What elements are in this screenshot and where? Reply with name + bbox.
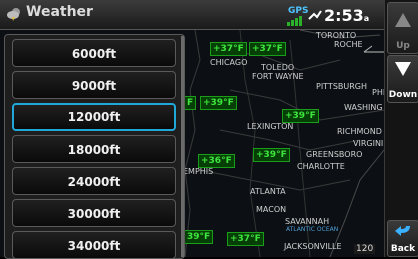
altitude-list-panel: 6000ft 9000ft 12000ft 18000ft 24000ft 30… [4,34,185,259]
city-label: CHICAGO [210,58,248,67]
app-title: Weather [26,4,93,20]
altitude-option-34000ft[interactable]: 34000ft [12,231,176,258]
city-label: LEXINGTON [247,122,294,131]
down-button[interactable]: Down [387,55,418,103]
altitude-option-12000ft[interactable]: 12000ft [12,103,176,131]
softkey-sidebar: Up Down Back [384,0,418,257]
temperature-label: +39°F [200,96,237,110]
temperature-label: 39°F [184,230,214,244]
gps-status-icon: GPS [288,6,309,16]
temperature-label: F [184,96,197,110]
list-scrollbar[interactable] [181,36,184,257]
city-label: VIRGINI [353,139,384,148]
city-label: JACKSONVILLE [284,242,342,251]
city-label: SAVANNAH [285,217,330,226]
temperature-label: +37°F [249,42,286,56]
altitude-option-6000ft[interactable]: 6000ft [12,39,176,67]
ocean-label: ATLANTIC OCEAN [286,226,339,233]
city-label: ROCHE [334,40,363,49]
city-label: EMPHIS [183,167,214,176]
up-button[interactable]: Up [387,2,418,54]
city-label: RICHMOND [337,127,382,136]
map-scale: 120 [354,244,376,254]
city-label: TOLEDO [261,63,295,72]
temperature-label: +36°F [198,154,235,168]
altitude-option-24000ft[interactable]: 24000ft [12,167,176,195]
gps-signal-icon [287,16,302,26]
title-bar: Weather GPS 2:53a [0,0,384,30]
city-label: CHARLOTTE [297,162,345,171]
weather-icon [7,8,20,21]
clock: 2:53a [324,6,370,25]
city-label: TORONTO [316,31,357,40]
temperature-label: +39°F [253,148,290,162]
altitude-option-18000ft[interactable]: 18000ft [12,135,176,163]
city-label: FORT WAYNE [252,72,304,81]
city-label: WASHING [344,103,383,112]
altitude-option-9000ft[interactable]: 9000ft [12,71,176,99]
city-label: GREENSBORO [306,150,363,159]
back-arrow-icon [395,226,410,236]
temperature-label: +39°F [282,109,319,123]
temperature-label: +37°F [227,232,264,246]
altitude-option-30000ft[interactable]: 30000ft [12,199,176,227]
down-arrow-icon [395,62,411,76]
temperature-label: +37°F [210,42,247,56]
city-label: PHI [372,88,384,97]
city-label: ATLANTA [250,187,286,196]
back-button[interactable]: Back [387,220,418,257]
link-icon [308,10,322,20]
city-label: MACON [256,205,287,214]
city-label: PITTSBURGH [316,82,368,91]
up-arrow-icon [395,13,411,27]
